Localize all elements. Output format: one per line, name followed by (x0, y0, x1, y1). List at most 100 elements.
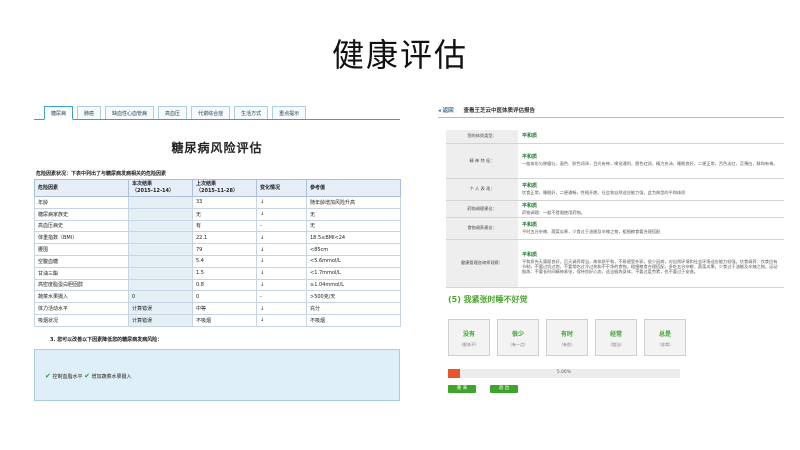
advice-hint: 3. 您可以改善以下因素降低您的糖尿病发病风险： (50, 336, 163, 343)
report-header: ◂ 返回 查看王芝云中医体质评估报告 (438, 106, 784, 118)
table-cell: >500克/天 (306, 290, 401, 304)
table-cell (128, 207, 193, 221)
table-cell: 高血压病史 (34, 219, 129, 233)
table-header-cell: 变化情况 (256, 179, 307, 197)
tab-diabetes[interactable]: 糖尿病 (44, 106, 74, 120)
table-cell (128, 266, 193, 280)
table-cell: 高密度脂蛋白胆固醇 (34, 278, 129, 292)
answer-option-label: 总是 (658, 331, 671, 338)
table-row: 体力活动水平 计算错误 中等 ↓ 充分 (34, 302, 401, 315)
report-row-text: 一般体形匀称健壮，面色、肤色润泽，目光有神，嗅觉通利，唇色红润，精力充沛，睡眠良… (522, 161, 778, 167)
table-row: 体重指数（BMI） 22.1 ↓ 18.5≤BMI<24 (34, 231, 401, 245)
answer-option[interactable]: 没有 （根本不） (448, 319, 490, 356)
table-cell: 体重指数（BMI） (34, 231, 129, 245)
tcm-report-table: 您的体质类型： 平和质精 神 特 征： 平和质 一般体形匀称健壮，面色、肤色润泽，目光… (446, 130, 784, 288)
table-header-cell: 上次结果 （2015-11-28） (192, 179, 257, 197)
check-icon: ✔ (45, 371, 51, 380)
diabetes-risk-panel: 糖尿病 肺癌 缺血性心血管病 高血压 代谢综合症 生活方式 重点提示 糖尿病风险… (34, 106, 401, 408)
report-row-value: 平和质 药物调理：一般不提倡使用药物。 (518, 200, 784, 218)
risk-factor-table: 危险因素 本次结果 （2015-12-14） 上次结果 （2015-11-28） 变化… (34, 179, 401, 327)
report-row-text: 药物调理：一般不提倡使用药物。 (522, 209, 585, 215)
table-cell: - (256, 290, 307, 304)
report-row-label: 健康管理咨询师观察： (446, 239, 518, 288)
factor-hint: 危险因素状况：下表中列出了与糖尿病发病相关的危险因素 (36, 171, 167, 177)
table-row: 年龄 33 ↓ 随年龄增加风险升高 (34, 196, 401, 209)
answer-option-label: 很少 (511, 331, 524, 338)
report-title: 查看王芝云中医体质评估报告 (463, 108, 535, 114)
tab-lung-cancer[interactable]: 肺癌 (77, 106, 102, 119)
table-cell (128, 254, 193, 268)
table-cell: 空腹血糖 (34, 254, 129, 268)
table-cell: 无 (306, 207, 401, 221)
answer-option[interactable]: 总是 （非常） (644, 319, 686, 356)
table-cell: <85cm (306, 243, 401, 256)
table-cell: 0.8 (192, 278, 257, 292)
answer-option-label: 经常 (609, 331, 622, 338)
table-cell (128, 196, 193, 209)
table-header-cell: 本次结果 （2015-12-14） (128, 179, 193, 197)
advice-box: ✔ 控制血脂水平 ✔ 增加蔬菜水果摄入 (34, 348, 400, 401)
table-cell: 充分 (306, 302, 401, 315)
tab-cardiovascular[interactable]: 缺血性心血管病 (105, 106, 155, 119)
table-cell: ↓ (256, 302, 307, 315)
table-row: 高血压病史 有 - 无 (34, 219, 401, 233)
tab-lifestyle[interactable]: 生活方式 (234, 106, 269, 119)
answer-options: 没有 （根本不） 很少 （有一点） 有时 （有些） 经常 （相当） 总是 （非常） (448, 319, 688, 356)
table-cell: 0 (192, 290, 257, 304)
table-cell: 腰围 (34, 243, 129, 256)
assessment-tabs: 糖尿病 肺癌 缺血性心血管病 高血压 代谢综合症 生活方式 重点提示 (34, 106, 400, 120)
slide-title: 健康评估 (331, 36, 468, 74)
table-cell: 甘油三酯 (34, 266, 129, 280)
quiz-buttons: 重 来 退 出 (448, 385, 688, 393)
table-cell: 1.5 (192, 266, 257, 280)
tab-metabolic[interactable]: 代谢综合症 (191, 106, 231, 119)
progress-bar: 5.06% (448, 369, 680, 378)
restart-button[interactable]: 重 来 (448, 385, 476, 393)
table-cell (128, 278, 193, 292)
report-row: 个 人 表 现： 平和质 饮食正常，睡眠好，二便通畅，性格开朗，社会和自然适应能力强… (446, 178, 784, 201)
constitution-type: 平和质 (522, 132, 538, 139)
table-cell: ↓ (256, 243, 307, 256)
answer-option-label: 没有 (462, 331, 475, 338)
answer-option[interactable]: 很少 （有一点） (497, 319, 539, 356)
table-cell: 0 (128, 290, 193, 304)
table-row: 高密度脂蛋白胆固醇 0.8 ↓ ≥1.04mmol/L (34, 278, 401, 292)
table-cell: 有 (192, 219, 257, 233)
exit-button[interactable]: 退 出 (490, 385, 518, 393)
table-cell: 不吸烟 (192, 313, 257, 327)
table-cell: 吸烟状况 (34, 313, 129, 327)
question-text: (5) 我紧张时睡不好觉 (448, 295, 528, 304)
table-row: 腰围 79 ↓ <85cm (34, 243, 401, 256)
report-row-value: 平和质 (518, 130, 784, 144)
report-row-text: 饮食正常，睡眠好，二便通畅，性格开朗，社会和自然适应能力强，此为典型的平和体质 (522, 189, 686, 195)
advice-item: 控制血脂水平 (52, 373, 83, 380)
table-cell: <5.6mmol/L (306, 254, 401, 268)
table-cell: 79 (192, 243, 257, 256)
table-cell: ≥1.04mmol/L (306, 278, 401, 292)
answer-option[interactable]: 经常 （相当） (595, 319, 637, 356)
table-cell: - (256, 219, 307, 233)
answer-option[interactable]: 有时 （有些） (546, 319, 588, 356)
table-cell: ↓ (256, 313, 307, 327)
tab-hypertension[interactable]: 高血压 (158, 106, 188, 119)
back-link[interactable]: ◂ 返回 (438, 108, 454, 114)
answer-option-sub: （有些） (559, 342, 575, 347)
report-row-value: 平和质 饮食正常，睡眠好，二便通畅，性格开朗，社会和自然适应能力强，此为典型的平和… (518, 178, 784, 201)
report-row-label: 个 人 表 现： (446, 178, 518, 201)
table-cell: ↓ (256, 278, 307, 292)
table-cell: ↓ (256, 231, 307, 245)
table-cell: 无 (306, 219, 401, 233)
constitution-type: 平和质 (522, 202, 538, 209)
table-cell: 22.1 (192, 231, 257, 245)
table-cell: ↓ (256, 254, 307, 268)
report-row-label: 食物调养建议： (446, 217, 518, 240)
report-row-value: 平和质 平时五谷杂粮、蔬菜瓜果，少食过于油腻及辛辣之物，粗细粮食要合理搭配 (518, 217, 784, 240)
table-cell: ↓ (256, 266, 307, 280)
answer-option-sub: （有一点） (508, 342, 528, 347)
report-row-value: 平和质 一般体形匀称健壮，面色、肤色润泽，目光有神，嗅觉通利，唇色红润，精力充沛，… (518, 143, 784, 179)
questionnaire: (5) 我紧张时睡不好觉 没有 （根本不） 很少 （有一点） 有时 （有些） 经常 （相当） 总… (448, 294, 688, 393)
table-cell: 计算错误 (128, 302, 193, 315)
report-row: 您的体质类型： 平和质 (446, 130, 784, 144)
tab-key-tips[interactable]: 重点提示 (272, 106, 307, 119)
table-cell: ↓ (256, 196, 307, 209)
